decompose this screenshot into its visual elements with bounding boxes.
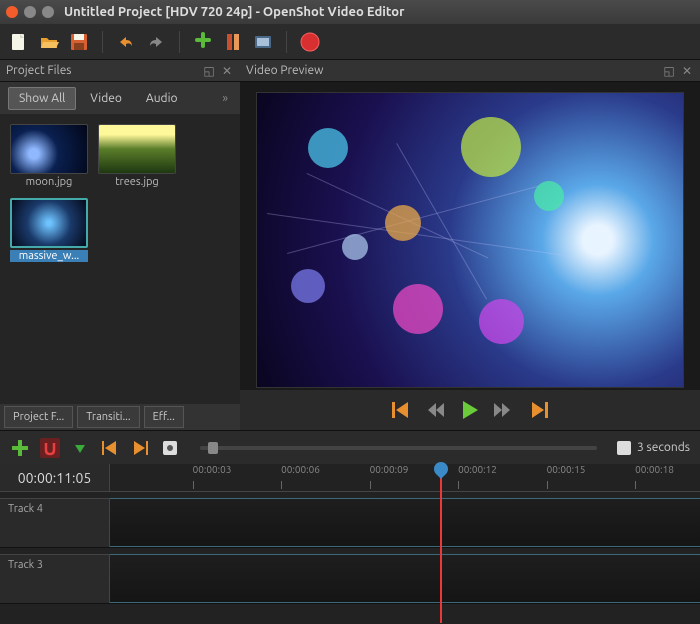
video-preview-panel: Video Preview ◱ ✕ [240,60,700,430]
import-files-button[interactable] [192,31,214,53]
previous-marker-button[interactable] [100,438,120,458]
ruler-tick: 00:00:06 [281,464,320,475]
window-title: Untitled Project [HDV 720 24p] - OpenSho… [64,5,404,19]
jump-start-button[interactable] [392,402,412,418]
timeline-track[interactable]: Track 3 [0,554,700,604]
file-name-label: massive_w... [10,250,88,262]
file-name-label: moon.jpg [10,176,88,188]
project-files-grid: moon.jpg trees.jpg massive_w... [0,114,240,404]
redo-button[interactable] [145,31,167,53]
fast-forward-button[interactable] [494,403,514,417]
rewind-button[interactable] [426,403,446,417]
timeline-track[interactable]: Track 4 [0,498,700,548]
choose-profile-button[interactable] [222,31,244,53]
open-project-button[interactable] [38,31,60,53]
bottom-panel-tabs: Project F... Transiti... Eff... [0,404,240,430]
project-files-tab[interactable]: Project F... [4,406,73,428]
track-name-label[interactable]: Track 4 [0,498,110,547]
undo-button[interactable] [115,31,137,53]
add-track-button[interactable] [10,438,30,458]
ruler-tick: 00:00:12 [458,464,497,475]
snap-toggle-button[interactable] [40,438,60,458]
new-project-button[interactable] [8,31,30,53]
panel-undock-icon[interactable]: ◱ [202,64,216,78]
fullscreen-button[interactable] [252,31,274,53]
thumbnail-image [98,124,176,174]
effects-tab[interactable]: Eff... [144,406,184,428]
current-time-display: 00:00:11:05 [0,464,110,491]
transitions-tab[interactable]: Transiti... [77,406,139,428]
window-minimize-button[interactable] [24,6,36,18]
filter-more-button[interactable]: » [218,92,232,105]
zoom-slider[interactable] [200,446,597,450]
main-toolbar [0,24,700,60]
timeline-ruler[interactable]: 00:00:03 00:00:06 00:00:09 00:00:12 00:0… [110,464,700,491]
panel-close-icon[interactable]: ✕ [680,64,694,78]
jump-end-button[interactable] [528,402,548,418]
thumbnail-image [10,198,88,248]
timeline: 00:00:11:05 00:00:03 00:00:06 00:00:09 0… [0,464,700,624]
file-name-label: trees.jpg [98,176,176,188]
file-filter-tabs: Show All Video Audio » [0,82,240,114]
timeline-tracks: Track 4 Track 3 [0,492,700,624]
razor-tool-button[interactable] [70,438,90,458]
center-playhead-button[interactable] [160,438,180,458]
window-close-button[interactable] [6,6,18,18]
window-titlebar: Untitled Project [HDV 720 24p] - OpenSho… [0,0,700,24]
track-name-label[interactable]: Track 3 [0,554,110,603]
playback-controls [240,390,700,430]
track-content-area[interactable] [110,554,700,603]
next-marker-button[interactable] [130,438,150,458]
playhead[interactable] [440,464,442,623]
filter-video-tab[interactable]: Video [80,88,132,109]
project-file-item[interactable]: massive_w... [10,198,88,262]
duration-icon [617,441,631,455]
panel-undock-icon[interactable]: ◱ [662,64,676,78]
project-file-item[interactable]: moon.jpg [10,124,88,188]
window-maximize-button[interactable] [42,6,54,18]
panel-close-icon[interactable]: ✕ [220,64,234,78]
project-files-title: Project Files [6,64,198,77]
ruler-tick: 00:00:03 [193,464,232,475]
play-button[interactable] [460,400,480,420]
video-preview-title: Video Preview [246,64,658,77]
ruler-tick: 00:00:09 [370,464,409,475]
ruler-tick: 00:00:18 [635,464,674,475]
project-files-panel: Project Files ◱ ✕ Show All Video Audio »… [0,60,240,430]
track-content-area[interactable] [110,498,700,547]
project-file-item[interactable]: trees.jpg [98,124,176,188]
save-project-button[interactable] [68,31,90,53]
timeline-toolbar: 3 seconds [0,430,700,464]
ruler-tick: 00:00:15 [547,464,586,475]
filter-audio-tab[interactable]: Audio [136,88,188,109]
filter-show-all-tab[interactable]: Show All [8,87,76,110]
thumbnail-image [10,124,88,174]
export-video-button[interactable] [299,31,321,53]
zoom-duration-label: 3 seconds [637,441,690,454]
video-preview-display[interactable] [256,92,684,388]
